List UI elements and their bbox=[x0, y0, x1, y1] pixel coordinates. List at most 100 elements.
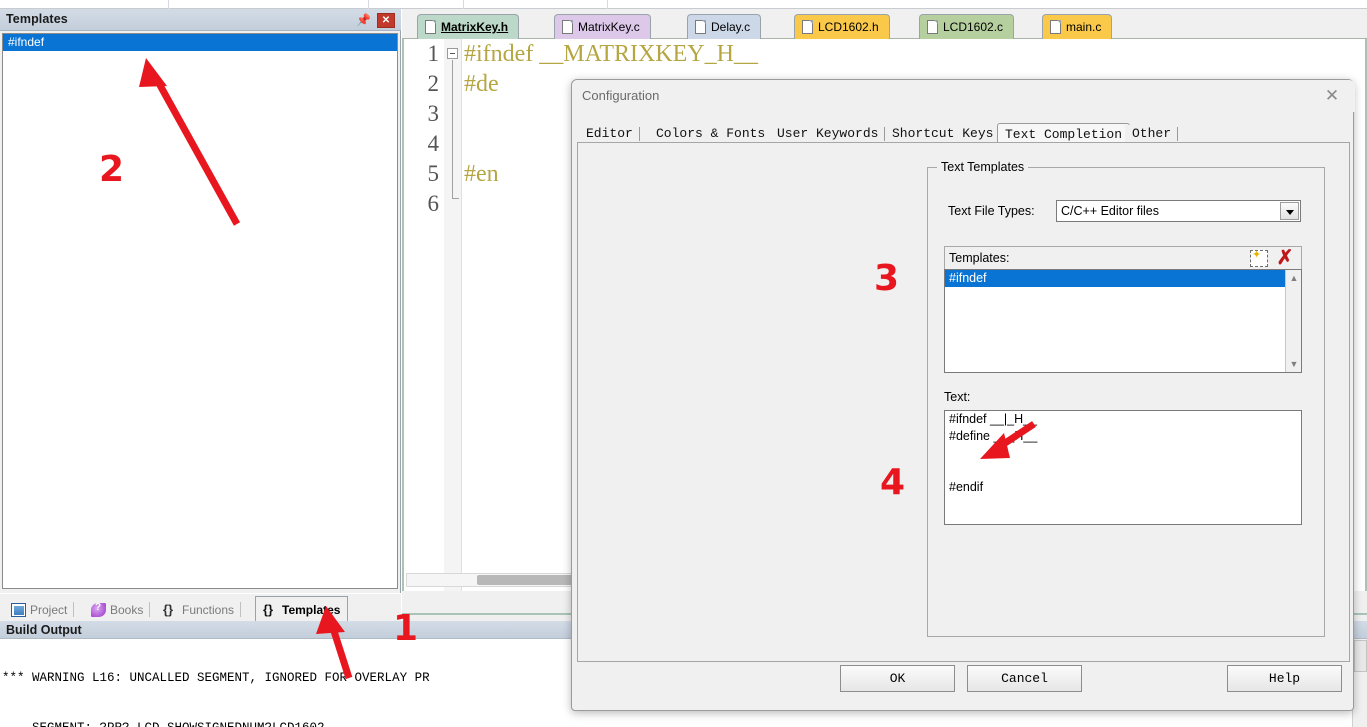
books-icon bbox=[91, 602, 106, 617]
list-item[interactable]: #ifndef bbox=[945, 270, 1301, 287]
project-icon bbox=[11, 603, 26, 617]
line-number-gutter: 1 2 3 4 5 6 bbox=[404, 39, 444, 591]
annotation-4: 4 bbox=[880, 462, 906, 503]
tab-label: Other bbox=[1132, 126, 1172, 141]
editor-tab-bar: MatrixKey.h MatrixKey.c Delay.c LCD1602.… bbox=[402, 9, 1367, 39]
template-text-area[interactable]: #ifndef __|_H__ #define ___H__ #endif bbox=[944, 410, 1302, 525]
tab-label: MatrixKey.h bbox=[441, 20, 509, 34]
scroll-down-icon[interactable]: ▼ bbox=[1286, 356, 1301, 372]
chevron-down-icon[interactable] bbox=[1280, 202, 1299, 220]
tab-label: Delay.c bbox=[711, 20, 751, 34]
tab-label: Editor bbox=[586, 126, 633, 141]
line-number: 5 bbox=[427, 161, 440, 186]
file-icon bbox=[927, 20, 938, 34]
templates-icon: {}→ bbox=[263, 601, 276, 630]
dialog-title-bar: Configuration ✕ bbox=[572, 80, 1355, 112]
templates-listbox[interactable]: #ifndef ▲ ▼ bbox=[944, 269, 1302, 373]
dialog-page-text-completion: Text Templates Text File Types: C/C++ Ed… bbox=[577, 142, 1350, 662]
button-label: Help bbox=[1268, 671, 1301, 686]
sidebar-item-books[interactable]: Books bbox=[84, 598, 151, 622]
toolbar-strip bbox=[0, 0, 1367, 9]
line-number: 6 bbox=[427, 191, 440, 216]
tab-user-keywords[interactable]: User Keywords bbox=[770, 125, 886, 143]
tab-label: MatrixKey.c bbox=[578, 20, 640, 34]
text-file-types-select[interactable]: C/C++ Editor files bbox=[1056, 200, 1301, 222]
text-line bbox=[945, 445, 1301, 462]
pin-icon[interactable]: 📌 bbox=[356, 13, 371, 27]
file-icon bbox=[1050, 20, 1061, 34]
line-number: 4 bbox=[427, 131, 440, 156]
templates-listbox[interactable]: #ifndef bbox=[2, 33, 398, 589]
sidebar-item-templates[interactable]: {}→ Templates bbox=[255, 596, 349, 630]
configuration-dialog: Configuration ✕ Editor Colors & Fonts Us… bbox=[571, 79, 1355, 711]
text-line: #endif bbox=[949, 480, 984, 494]
text-label: Text: bbox=[944, 390, 971, 404]
list-item[interactable]: #ifndef bbox=[3, 34, 397, 51]
tab-matrixkey-c[interactable]: MatrixKey.c bbox=[554, 14, 651, 39]
tab-label: Functions bbox=[182, 603, 235, 617]
new-template-icon[interactable] bbox=[1250, 248, 1268, 267]
templates-list-scrollbar[interactable]: ▲ ▼ bbox=[1285, 270, 1301, 372]
code-line: #ifndef __MATRIXKEY_H__ bbox=[464, 41, 758, 67]
panel-tab-strip: Project Books {} Functions {}→ Templates bbox=[0, 593, 401, 630]
text-line: #define ___H__ bbox=[949, 429, 1038, 443]
templates-panel: Templates 📌 ✕ #ifndef Project Books {} F… bbox=[0, 9, 401, 630]
delete-template-icon[interactable]: ✗ bbox=[1274, 248, 1296, 269]
scrollbar-thumb[interactable] bbox=[1354, 640, 1367, 672]
templates-list-header: Templates: ✗ bbox=[944, 246, 1302, 270]
dialog-title: Configuration bbox=[582, 88, 660, 103]
tab-lcd1602-h[interactable]: LCD1602.h bbox=[794, 14, 890, 39]
text-line bbox=[945, 462, 1301, 479]
tab-shortcut-keys[interactable]: Shortcut Keys bbox=[885, 125, 1001, 143]
ok-button[interactable]: OK bbox=[840, 665, 955, 692]
help-button[interactable]: Help bbox=[1227, 665, 1342, 692]
close-icon[interactable]: ✕ bbox=[377, 13, 395, 28]
tab-label: Project bbox=[30, 603, 68, 617]
tab-label: Books bbox=[110, 603, 144, 617]
tab-lcd1602-c[interactable]: LCD1602.c bbox=[919, 14, 1015, 39]
braces-icon: {} bbox=[163, 602, 174, 617]
tab-label: main.c bbox=[1066, 20, 1102, 34]
tab-colors-fonts[interactable]: Colors & Fonts bbox=[649, 125, 773, 143]
build-output-scrollbar[interactable] bbox=[1352, 639, 1367, 727]
tab-label: LCD1602.h bbox=[818, 20, 879, 34]
sidebar-item-project[interactable]: Project bbox=[4, 598, 75, 622]
line-number: 3 bbox=[427, 101, 440, 126]
file-icon bbox=[695, 20, 706, 34]
file-icon bbox=[562, 20, 573, 34]
cancel-button[interactable]: Cancel bbox=[967, 665, 1082, 692]
panel-title: Templates bbox=[6, 12, 68, 26]
button-label: OK bbox=[889, 671, 906, 686]
scroll-up-icon[interactable]: ▲ bbox=[1286, 270, 1301, 286]
selected-value: C/C++ Editor files bbox=[1061, 204, 1159, 218]
tab-label: Shortcut Keys bbox=[892, 126, 994, 141]
line-number: 2 bbox=[427, 71, 440, 96]
application-window: Templates 📌 ✕ #ifndef Project Books {} F… bbox=[0, 0, 1367, 727]
dialog-tab-strip: Editor Colors & Fonts User Keywords Shor… bbox=[577, 123, 1350, 145]
tab-editor[interactable]: Editor bbox=[579, 125, 640, 143]
sidebar-item-functions[interactable]: {} Functions bbox=[156, 598, 242, 622]
text-file-types-label: Text File Types: bbox=[948, 204, 1035, 218]
build-output-title: Build Output bbox=[6, 623, 82, 637]
fold-toggle-icon[interactable] bbox=[447, 48, 458, 59]
tab-main-c[interactable]: main.c bbox=[1042, 14, 1113, 39]
file-icon bbox=[802, 20, 813, 34]
tab-other[interactable]: Other bbox=[1125, 125, 1179, 143]
build-line: SEGMENT: ?PR?_LCD_SHOWSIGNEDNUM?LCD1602 bbox=[0, 717, 1367, 727]
tab-label: User Keywords bbox=[777, 126, 879, 141]
text-line: #ifndef __|_H__ bbox=[949, 412, 1038, 426]
line-number: 1 bbox=[427, 41, 440, 66]
close-icon[interactable]: ✕ bbox=[1321, 86, 1343, 106]
code-folding-column[interactable] bbox=[444, 39, 462, 591]
tab-label: Text Completion bbox=[1005, 127, 1123, 142]
group-legend: Text Templates bbox=[937, 160, 1029, 174]
tab-matrixkey-h[interactable]: MatrixKey.h bbox=[417, 14, 520, 39]
tab-label: Templates bbox=[282, 602, 341, 617]
file-icon bbox=[425, 20, 436, 34]
tab-label: Colors & Fonts bbox=[656, 126, 766, 141]
templates-label: Templates: bbox=[949, 251, 1010, 265]
annotation-2: 2 bbox=[99, 149, 125, 190]
text-templates-group: Text Templates Text File Types: C/C++ Ed… bbox=[927, 160, 1325, 637]
tab-delay-c[interactable]: Delay.c bbox=[687, 14, 762, 39]
annotation-1: 1 bbox=[393, 608, 419, 649]
